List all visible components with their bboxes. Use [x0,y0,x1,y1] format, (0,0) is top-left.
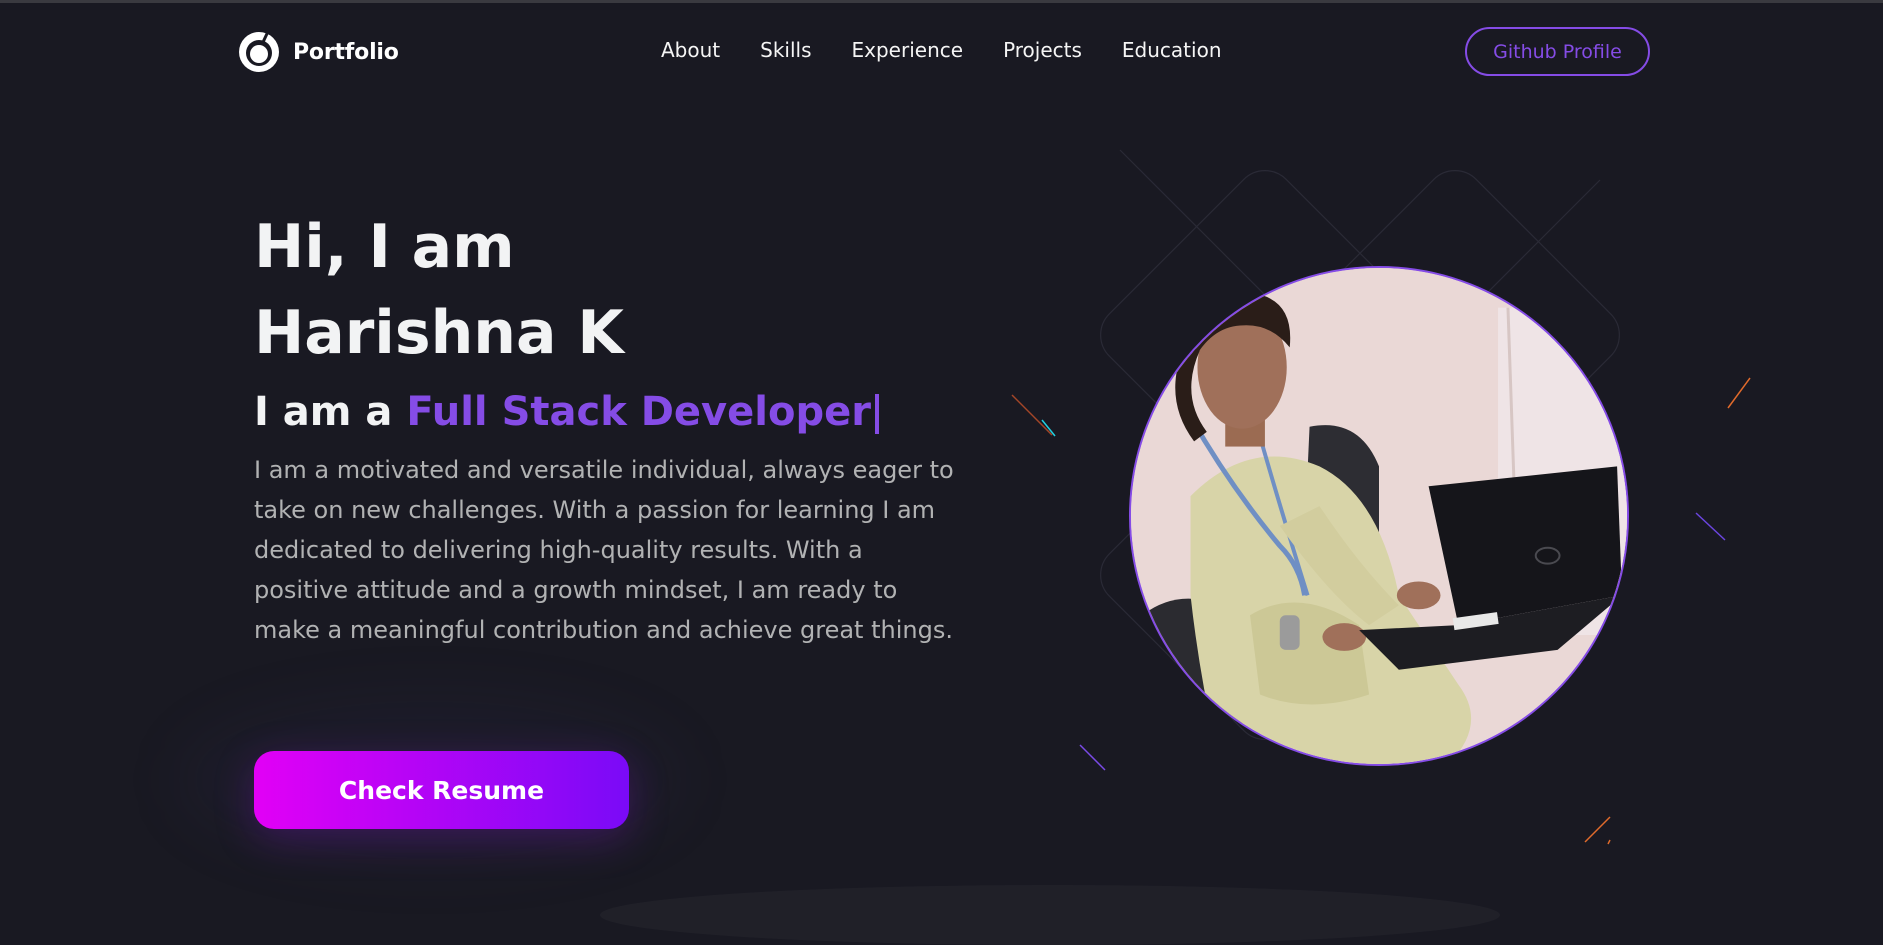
nav-menu: About Skills Experience Projects Educati… [661,38,1222,62]
hero-title: Hi, I am Harishna K [254,204,954,376]
github-profile-button[interactable]: Github Profile [1465,27,1650,76]
brand-name: Portfolio [293,39,399,65]
typing-cursor [874,394,879,434]
portfolio-logo-icon [239,31,279,72]
profile-photo [1131,268,1627,764]
brand-link[interactable]: Portfolio [237,30,399,74]
subtitle-role: Full Stack Developer [406,389,871,435]
nav-item-education[interactable]: Education [1122,38,1222,62]
shooting-star [1727,377,1751,409]
hero-title-greeting: Hi, I am [254,212,515,282]
nav-item-experience[interactable]: Experience [852,38,964,62]
profile-image [1129,266,1629,766]
nav-item-projects[interactable]: Projects [1003,38,1082,62]
nav-item-about[interactable]: About [661,38,720,62]
shooting-star [1695,512,1726,541]
nav-item-skills[interactable]: Skills [760,38,811,62]
navbar: Portfolio About Skills Experience Projec… [0,0,1883,106]
shooting-star [1607,839,1611,845]
shooting-star [1079,744,1106,771]
shooting-star [1584,816,1611,843]
hero-text: Hi, I am Harishna K I am a Full Stack De… [254,204,954,650]
check-resume-button[interactable]: Check Resume [254,751,629,829]
hero-title-name: Harishna K [254,298,624,368]
background-arc [600,885,1500,945]
shooting-star [1011,394,1053,436]
hero-description: I am a motivated and versatile individua… [254,456,954,644]
hero-subtitle: I am a Full Stack Developer [254,386,954,438]
subtitle-prefix: I am a [254,389,393,435]
